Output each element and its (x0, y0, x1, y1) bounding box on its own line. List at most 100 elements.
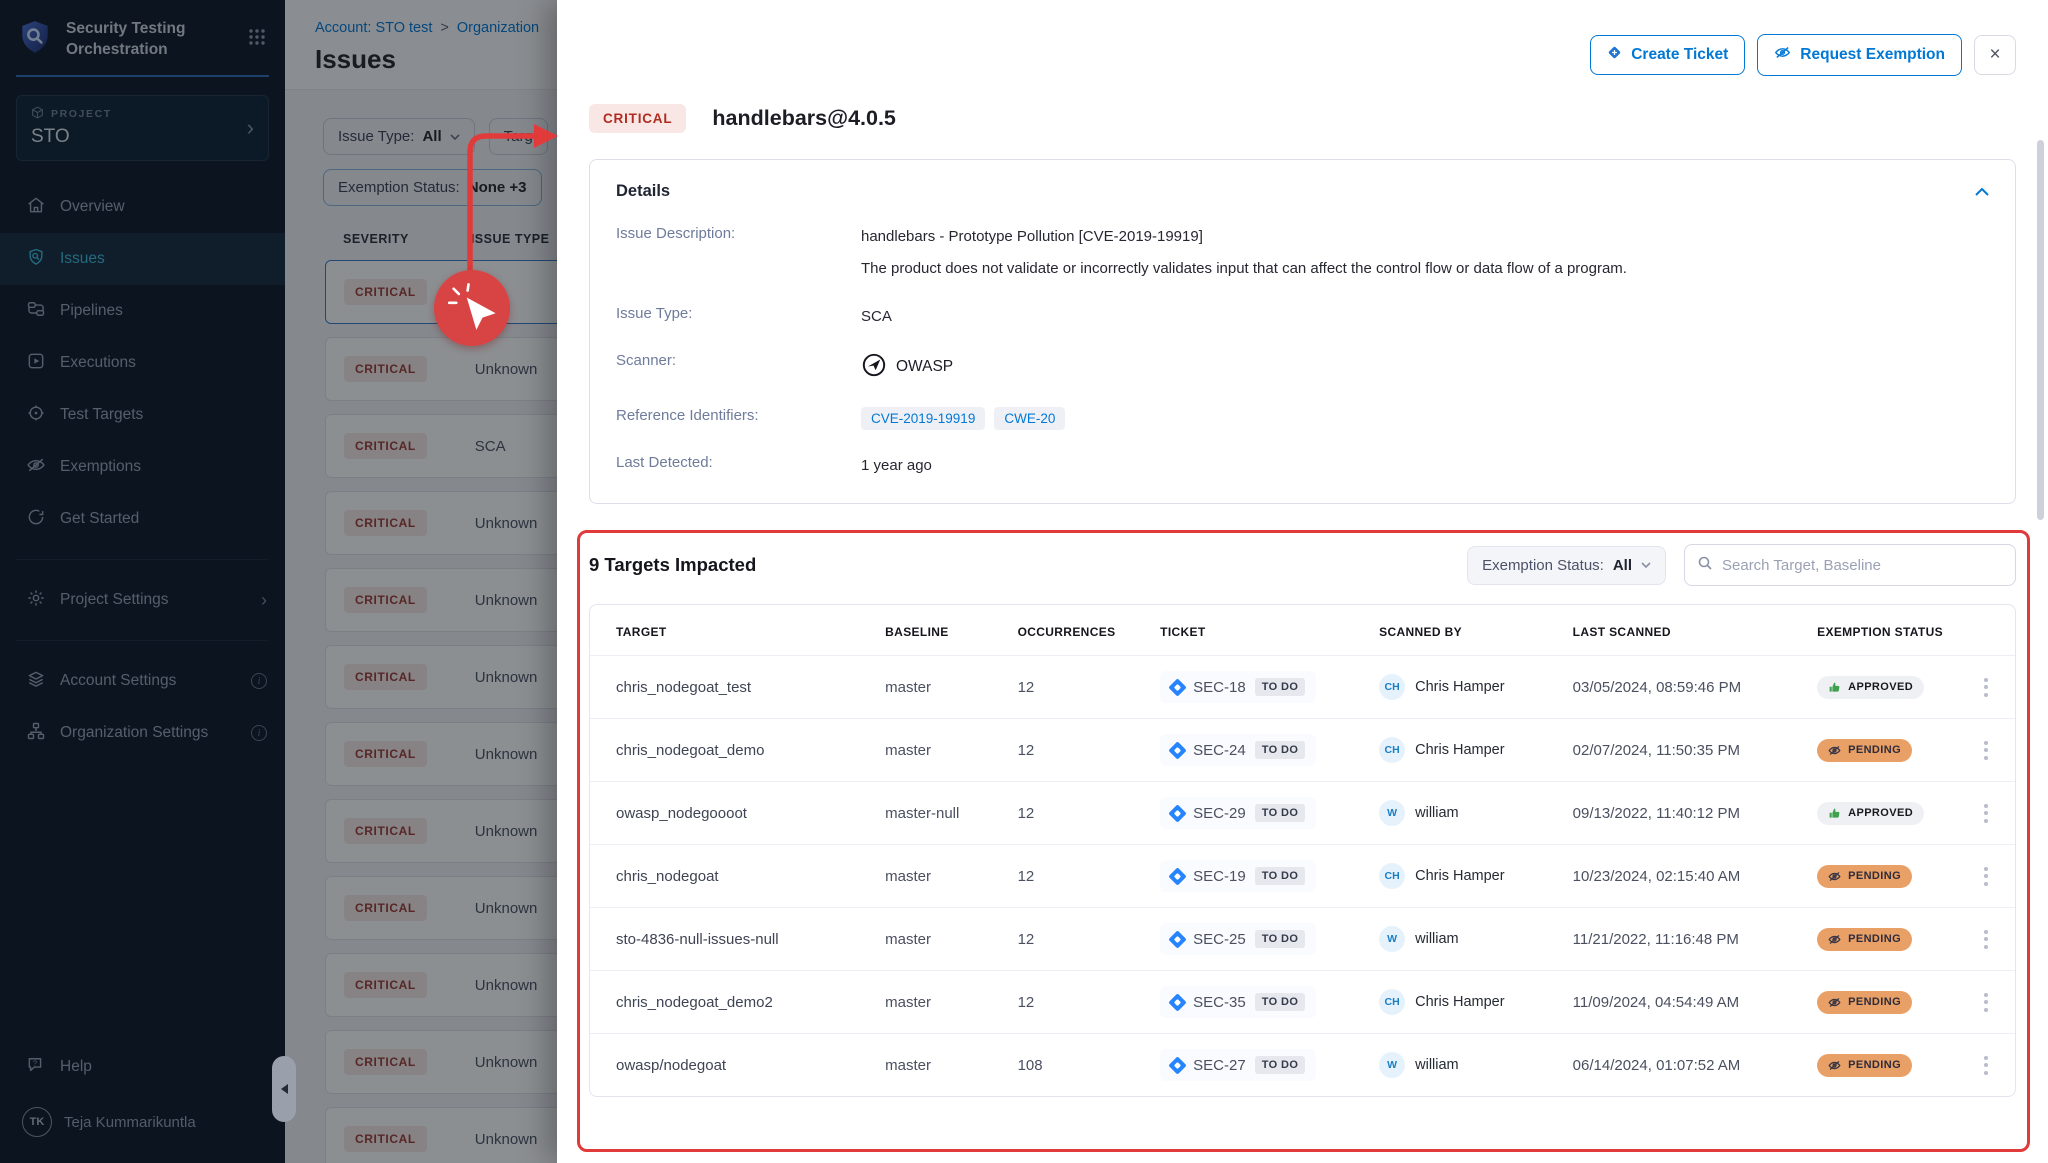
exemption-status-label: PENDING (1848, 933, 1901, 945)
description-line-2: The product does not validate or incorre… (861, 257, 1627, 280)
ticket-id: SEC-19 (1193, 868, 1246, 885)
exemption-status-badge: APPROVED (1817, 676, 1924, 699)
thumbs-up-icon (1828, 681, 1841, 694)
ticket-link[interactable]: SEC-25 TO DO (1160, 923, 1316, 955)
ticket-link[interactable]: SEC-19 TO DO (1160, 860, 1316, 892)
column-target: TARGET (590, 605, 873, 656)
description-line-1: handlebars - Prototype Pollution [CVE-20… (861, 225, 1627, 248)
field-label: Issue Description: (616, 225, 861, 281)
column-occurrences: OCCURRENCES (1006, 605, 1149, 656)
field-label: Issue Type: (616, 305, 861, 328)
exemption-status-dropdown[interactable]: Exemption Status: All (1467, 546, 1666, 585)
targets-table-body: chris_nodegoat_test master 12 SEC-18 TO … (590, 656, 2015, 1097)
request-exemption-button[interactable]: Request Exemption (1757, 34, 1962, 76)
target-row: chris_nodegoat_demo2 master 12 SEC-35 TO… (590, 971, 2015, 1034)
row-menu-button[interactable] (1970, 926, 2003, 953)
ticket-link[interactable]: SEC-29 TO DO (1160, 797, 1316, 829)
ticket-id: SEC-35 (1193, 994, 1246, 1011)
exemption-status-cell: APPROVED (1805, 656, 1958, 719)
ticket-link[interactable]: SEC-35 TO DO (1160, 986, 1316, 1018)
jira-issue-icon (1168, 1056, 1186, 1074)
last-detected-value: 1 year ago (861, 454, 932, 477)
row-menu-button[interactable] (1970, 674, 2003, 701)
jira-issue-icon (1168, 678, 1186, 696)
cve-chip[interactable]: CVE-2019-19919 (861, 407, 985, 430)
exemption-status-cell: PENDING (1805, 908, 1958, 971)
row-menu-cell (1958, 656, 2015, 719)
jira-issue-icon (1168, 993, 1186, 1011)
exemption-status-label: APPROVED (1848, 807, 1913, 819)
row-menu-button[interactable] (1970, 989, 2003, 1016)
occurrences-cell: 12 (1006, 845, 1149, 908)
exemption-status-cell: PENDING (1805, 845, 1958, 908)
column-baseline: BASELINE (873, 605, 1005, 656)
column-scanned-by: SCANNED BY (1367, 605, 1561, 656)
avatar: CH (1379, 989, 1405, 1015)
row-menu-button[interactable] (1970, 1052, 2003, 1079)
ticket-cell: SEC-35 TO DO (1148, 971, 1367, 1034)
avatar: W (1379, 926, 1405, 952)
ticket-link[interactable]: SEC-24 TO DO (1160, 734, 1316, 766)
avatar: CH (1379, 737, 1405, 763)
scanned-by-cell: W william (1367, 908, 1561, 971)
issue-detail-panel: Create Ticket Request Exemption × CRITIC… (557, 0, 2048, 1163)
baseline-cell: master (873, 971, 1005, 1034)
cwe-chip[interactable]: CWE-20 (994, 407, 1065, 430)
exemption-status-badge: PENDING (1817, 865, 1912, 888)
exemption-status-label: PENDING (1848, 744, 1901, 756)
row-menu-cell (1958, 1034, 2015, 1097)
row-menu-cell (1958, 908, 2015, 971)
ticket-id: SEC-27 (1193, 1057, 1246, 1074)
row-menu-button[interactable] (1970, 800, 2003, 827)
issue-type-row: Issue Type: SCA (616, 305, 1989, 328)
ticket-id: SEC-29 (1193, 805, 1246, 822)
avatar: CH (1379, 863, 1405, 889)
exemption-status-badge: APPROVED (1817, 802, 1924, 825)
last-detected-row: Last Detected: 1 year ago (616, 454, 1989, 477)
target-cell: sto-4836-null-issues-null (590, 908, 873, 971)
scanned-by-name: Chris Hamper (1415, 868, 1504, 884)
scanned-by-cell: W william (1367, 782, 1561, 845)
targets-header: 9 Targets Impacted Exemption Status: All (589, 544, 2016, 586)
exemption-status-label: PENDING (1848, 996, 1901, 1008)
details-heading: Details (616, 182, 670, 201)
ticket-id: SEC-24 (1193, 742, 1246, 759)
dropdown-label: Exemption Status: (1482, 557, 1604, 574)
field-label: Last Detected: (616, 454, 861, 477)
search-input[interactable] (1722, 557, 2003, 574)
scanned-by-name: william (1415, 1057, 1459, 1073)
scanned-by-name: william (1415, 931, 1459, 947)
baseline-cell: master (873, 845, 1005, 908)
jira-diamond-icon (1607, 45, 1622, 65)
occurrences-cell: 12 (1006, 971, 1149, 1034)
row-menu-button[interactable] (1970, 863, 2003, 890)
exemption-status-badge: PENDING (1817, 928, 1912, 951)
ticket-link[interactable]: SEC-18 TO DO (1160, 671, 1316, 703)
target-search (1684, 544, 2016, 586)
close-panel-button[interactable]: × (1974, 35, 2016, 75)
last-scanned-cell: 11/21/2022, 11:16:48 PM (1561, 908, 1805, 971)
issue-description-row: Issue Description: handlebars - Prototyp… (616, 225, 1989, 281)
scanned-by-cell: CH Chris Hamper (1367, 656, 1561, 719)
ticket-link[interactable]: SEC-27 TO DO (1160, 1049, 1316, 1081)
occurrences-cell: 12 (1006, 908, 1149, 971)
panel-header: CRITICAL handlebars@4.0.5 (589, 104, 2048, 133)
target-cell: chris_nodegoat_demo (590, 719, 873, 782)
exemption-status-cell: APPROVED (1805, 782, 1958, 845)
sidebar-collapse-handle[interactable] (272, 1056, 296, 1122)
row-menu-button[interactable] (1970, 737, 2003, 764)
exemption-status-cell: PENDING (1805, 971, 1958, 1034)
target-cell: owasp_nodegoooot (590, 782, 873, 845)
ticket-status-badge: TO DO (1255, 867, 1306, 885)
issue-description-value: handlebars - Prototype Pollution [CVE-20… (861, 225, 1627, 281)
create-ticket-button[interactable]: Create Ticket (1590, 35, 1745, 75)
jira-issue-icon (1168, 867, 1186, 885)
ticket-status-badge: TO DO (1255, 930, 1306, 948)
issue-title: handlebars@4.0.5 (712, 106, 896, 131)
scrollbar-thumb[interactable] (2037, 140, 2044, 520)
last-scanned-cell: 06/14/2024, 01:07:52 AM (1561, 1034, 1805, 1097)
row-menu-cell (1958, 719, 2015, 782)
collapse-chevron-icon[interactable] (1975, 183, 1989, 201)
ticket-status-badge: TO DO (1255, 741, 1306, 759)
exemption-status-cell: PENDING (1805, 719, 1958, 782)
